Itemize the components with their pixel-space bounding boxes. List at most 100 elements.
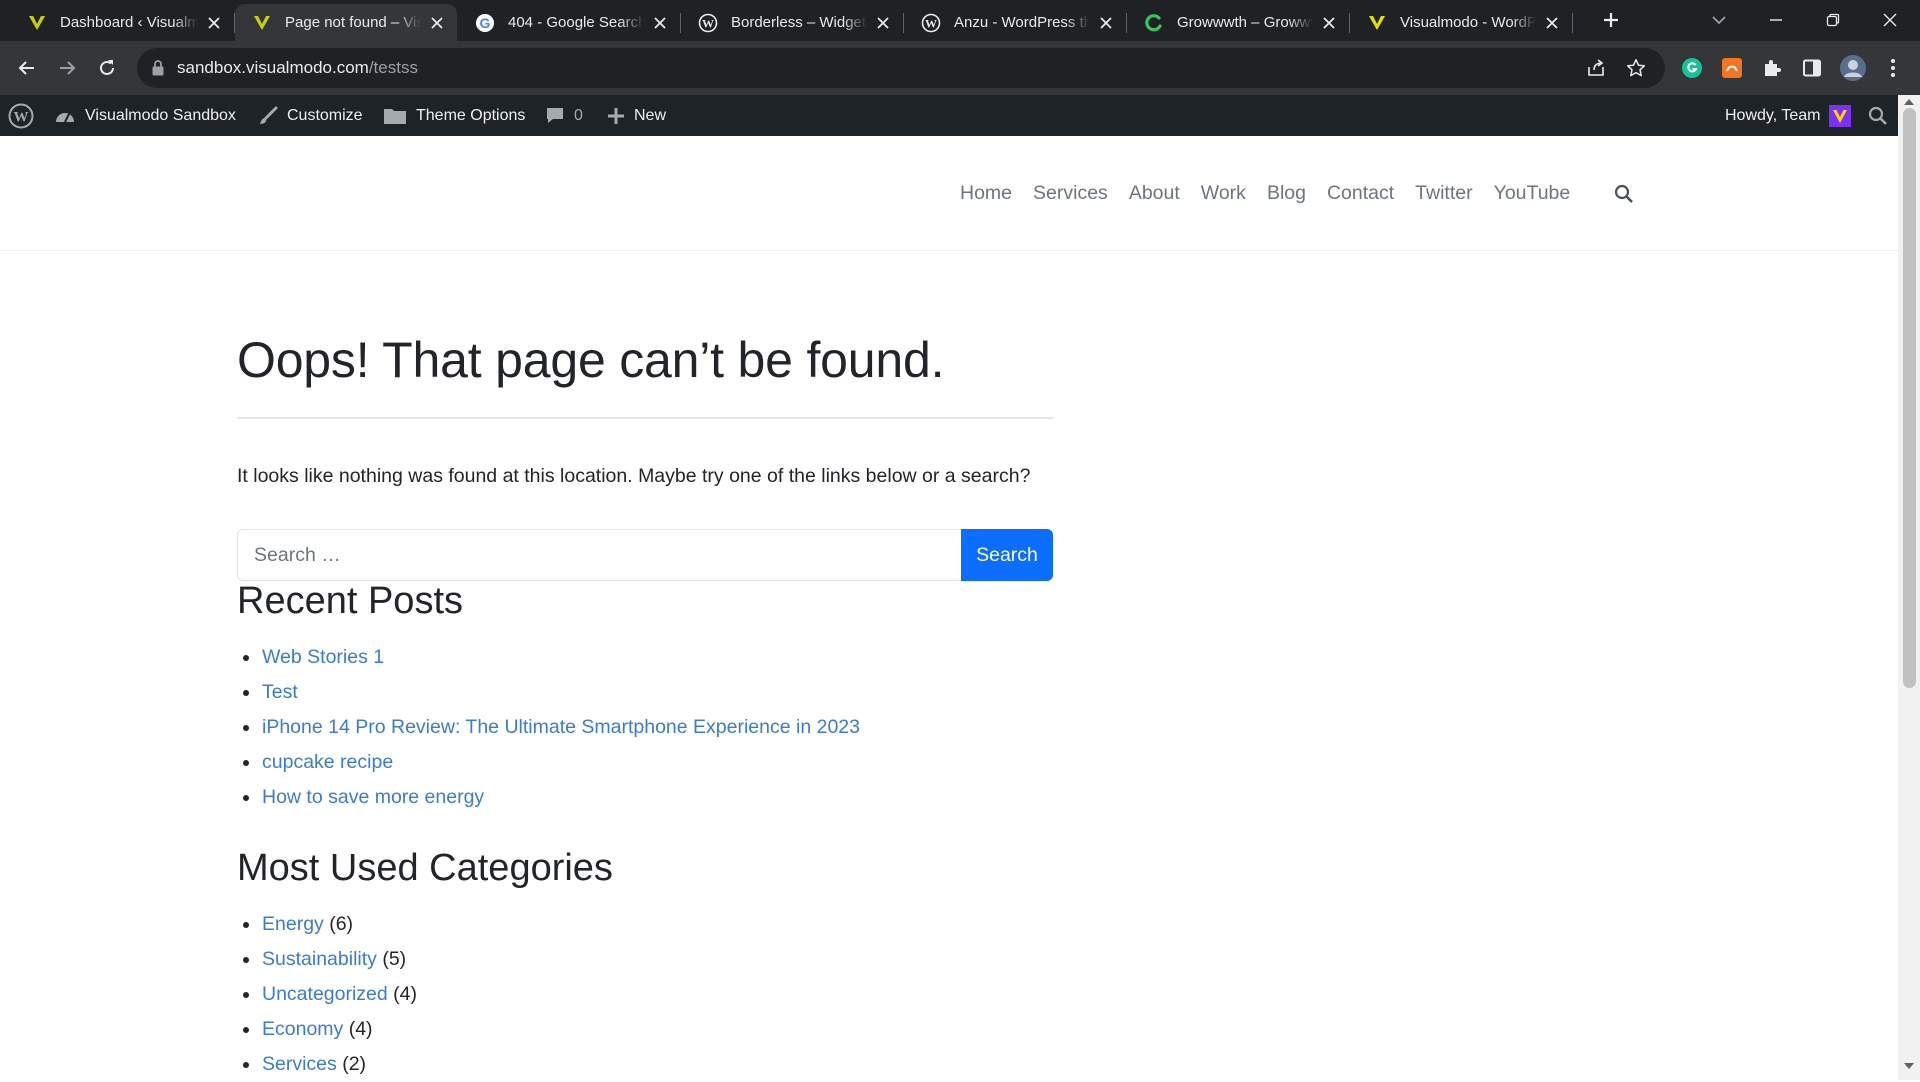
tab-title: 404 - Google Search	[508, 14, 644, 31]
nav-youtube[interactable]: YouTube	[1494, 182, 1571, 205]
search-button[interactable]: Search	[961, 529, 1053, 581]
tab-title: Borderless – Widgets, Elements, and Desi…	[731, 14, 867, 31]
profile-avatar-icon[interactable]	[1835, 50, 1871, 86]
search-input[interactable]	[237, 529, 962, 581]
tab-dashboard[interactable]: Dashboard ‹ Visualmodo Sandbox — WordPre…	[10, 4, 234, 41]
visualmodo-v-icon	[1366, 12, 1388, 34]
page-scrollbar[interactable]	[1898, 95, 1920, 1080]
not-found-message: It looks like nothing was found at this …	[237, 465, 1031, 487]
browser-tab-strip: Dashboard ‹ Visualmodo Sandbox — WordPre…	[0, 0, 1920, 41]
address-bar[interactable]: sandbox.visualmodo.com/testss	[137, 48, 1665, 88]
category-link[interactable]: Uncategorized	[262, 983, 388, 1005]
category-link[interactable]: Services	[262, 1053, 337, 1075]
nav-twitter[interactable]: Twitter	[1415, 182, 1472, 205]
tab-close-icon[interactable]	[1096, 13, 1116, 33]
header-search-icon[interactable]	[1614, 184, 1634, 204]
tab-page-not-found[interactable]: Page not found – Visualmodo Sandbox	[235, 4, 457, 41]
tab-title: Dashboard ‹ Visualmodo Sandbox — WordPre…	[60, 14, 198, 31]
growwwth-icon	[1143, 12, 1165, 34]
tab-anzu[interactable]: W Anzu - WordPress theme	[904, 4, 1126, 41]
title-divider	[237, 417, 1053, 419]
admin-theme-options[interactable]: Theme Options	[383, 95, 525, 136]
tab-search-chevron-down-icon[interactable]	[1699, 4, 1739, 36]
admin-comments[interactable]: 0	[545, 95, 583, 136]
grammarly-extension-icon[interactable]	[1674, 50, 1710, 86]
admin-theme-options-label: Theme Options	[416, 106, 526, 124]
browser-menu-kebab-icon[interactable]	[1875, 50, 1911, 86]
tab-title: Visualmodo - WordPress Themes	[1400, 14, 1536, 31]
tab-close-icon[interactable]	[873, 13, 893, 33]
share-icon[interactable]	[1586, 58, 1606, 78]
close-window-icon[interactable]	[1870, 4, 1910, 36]
paintbrush-icon	[258, 106, 278, 126]
nav-home[interactable]: Home	[960, 182, 1012, 205]
tab-borderless[interactable]: W Borderless – Widgets, Elements, and De…	[681, 4, 903, 41]
tab-growwwth[interactable]: Growwwth – Growwwth	[1127, 4, 1349, 41]
tab-close-icon[interactable]	[1542, 13, 1562, 33]
wordpress-icon: W	[920, 12, 942, 34]
list-item: cupcake recipe	[237, 745, 860, 780]
new-tab-plus-icon[interactable]	[1591, 4, 1631, 36]
scroll-up-arrow-icon[interactable]	[1904, 99, 1914, 105]
scrollbar-thumb[interactable]	[1903, 108, 1916, 688]
main-navigation: Home Services About Work Blog Contact Tw…	[960, 136, 1591, 250]
tab-google-search[interactable]: G 404 - Google Search	[458, 4, 680, 41]
tab-separator	[234, 13, 235, 33]
visualmodo-v-icon	[251, 12, 273, 34]
url-text[interactable]: sandbox.visualmodo.com/testss	[177, 48, 418, 88]
wordpress-logo-icon[interactable]: W	[8, 95, 34, 136]
recent-post-link[interactable]: iPhone 14 Pro Review: The Ultimate Smart…	[262, 716, 860, 738]
category-count: (5)	[382, 948, 407, 970]
reload-icon[interactable]	[89, 50, 125, 86]
list-item: Economy (4)	[237, 1012, 417, 1047]
recent-post-link[interactable]: Web Stories 1	[262, 646, 384, 668]
tab-close-icon[interactable]	[650, 13, 670, 33]
nav-contact[interactable]: Contact	[1327, 182, 1394, 205]
tab-close-icon[interactable]	[1319, 13, 1339, 33]
tab-visualmodo[interactable]: Visualmodo - WordPress Themes	[1350, 4, 1572, 41]
admin-comments-count: 0	[574, 106, 583, 124]
tab-title: Page not found – Visualmodo Sandbox	[285, 14, 421, 31]
svg-text:W: W	[925, 16, 937, 30]
lock-icon[interactable]	[151, 59, 165, 77]
category-link[interactable]: Economy	[262, 1018, 343, 1040]
category-link[interactable]: Energy	[262, 913, 324, 935]
orange-extension-icon[interactable]	[1714, 50, 1750, 86]
recent-post-link[interactable]: cupcake recipe	[262, 751, 393, 773]
nav-services[interactable]: Services	[1033, 182, 1108, 205]
nav-blog[interactable]: Blog	[1267, 182, 1306, 205]
list-item: iPhone 14 Pro Review: The Ultimate Smart…	[237, 710, 860, 745]
bookmark-star-icon[interactable]	[1626, 58, 1646, 78]
admin-site-name[interactable]: Visualmodo Sandbox	[54, 95, 236, 136]
wordpress-icon: W	[697, 12, 719, 34]
list-item: How to save more energy	[237, 780, 860, 815]
nav-work[interactable]: Work	[1201, 182, 1246, 205]
restore-window-icon[interactable]	[1813, 4, 1853, 36]
list-item: Sustainability (5)	[237, 942, 417, 977]
back-arrow-icon[interactable]	[9, 50, 45, 86]
admin-howdy[interactable]: Howdy, Team	[1725, 95, 1852, 136]
search-form: Search	[237, 529, 1053, 581]
recent-post-link[interactable]: How to save more energy	[262, 786, 484, 808]
nav-about[interactable]: About	[1129, 182, 1180, 205]
admin-customize-label: Customize	[287, 106, 363, 124]
list-item: Energy (6)	[237, 907, 417, 942]
google-g-icon: G	[474, 12, 496, 34]
forward-arrow-icon[interactable]	[49, 50, 85, 86]
minimize-icon[interactable]	[1756, 4, 1796, 36]
tab-title: Growwwth – Growwwth	[1177, 14, 1313, 31]
extensions-puzzle-icon[interactable]	[1754, 50, 1790, 86]
scroll-down-arrow-icon[interactable]	[1904, 1063, 1914, 1069]
svg-text:W: W	[14, 109, 29, 125]
user-avatar-icon	[1829, 104, 1852, 127]
category-link[interactable]: Sustainability	[262, 948, 377, 970]
admin-search-icon[interactable]	[1868, 95, 1888, 136]
tab-close-icon[interactable]	[204, 13, 224, 33]
recent-post-link[interactable]: Test	[262, 681, 298, 703]
admin-customize[interactable]: Customize	[258, 95, 363, 136]
side-panel-icon[interactable]	[1794, 50, 1830, 86]
categories-list: Energy (6) Sustainability (5) Uncategori…	[237, 907, 417, 1082]
tab-close-icon[interactable]	[427, 13, 447, 33]
tab-separator	[1572, 13, 1573, 33]
admin-new[interactable]: New	[607, 95, 666, 136]
